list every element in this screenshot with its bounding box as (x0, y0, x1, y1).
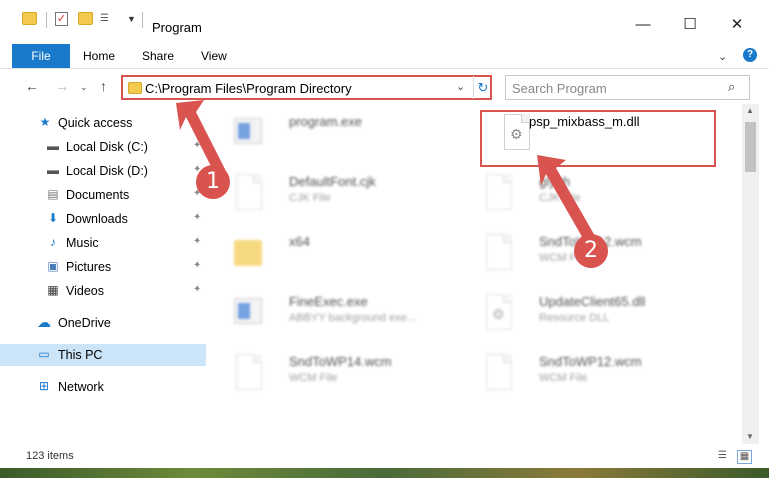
arrow-2-icon (537, 155, 595, 242)
annotation-arrows (176, 100, 595, 242)
step-1-badge: 1 (196, 165, 230, 199)
step-2-badge: 2 (574, 234, 608, 268)
explorer-window: ✓ ☰ ▼ Program — ☐ ✕ File Home Share View… (0, 0, 769, 478)
